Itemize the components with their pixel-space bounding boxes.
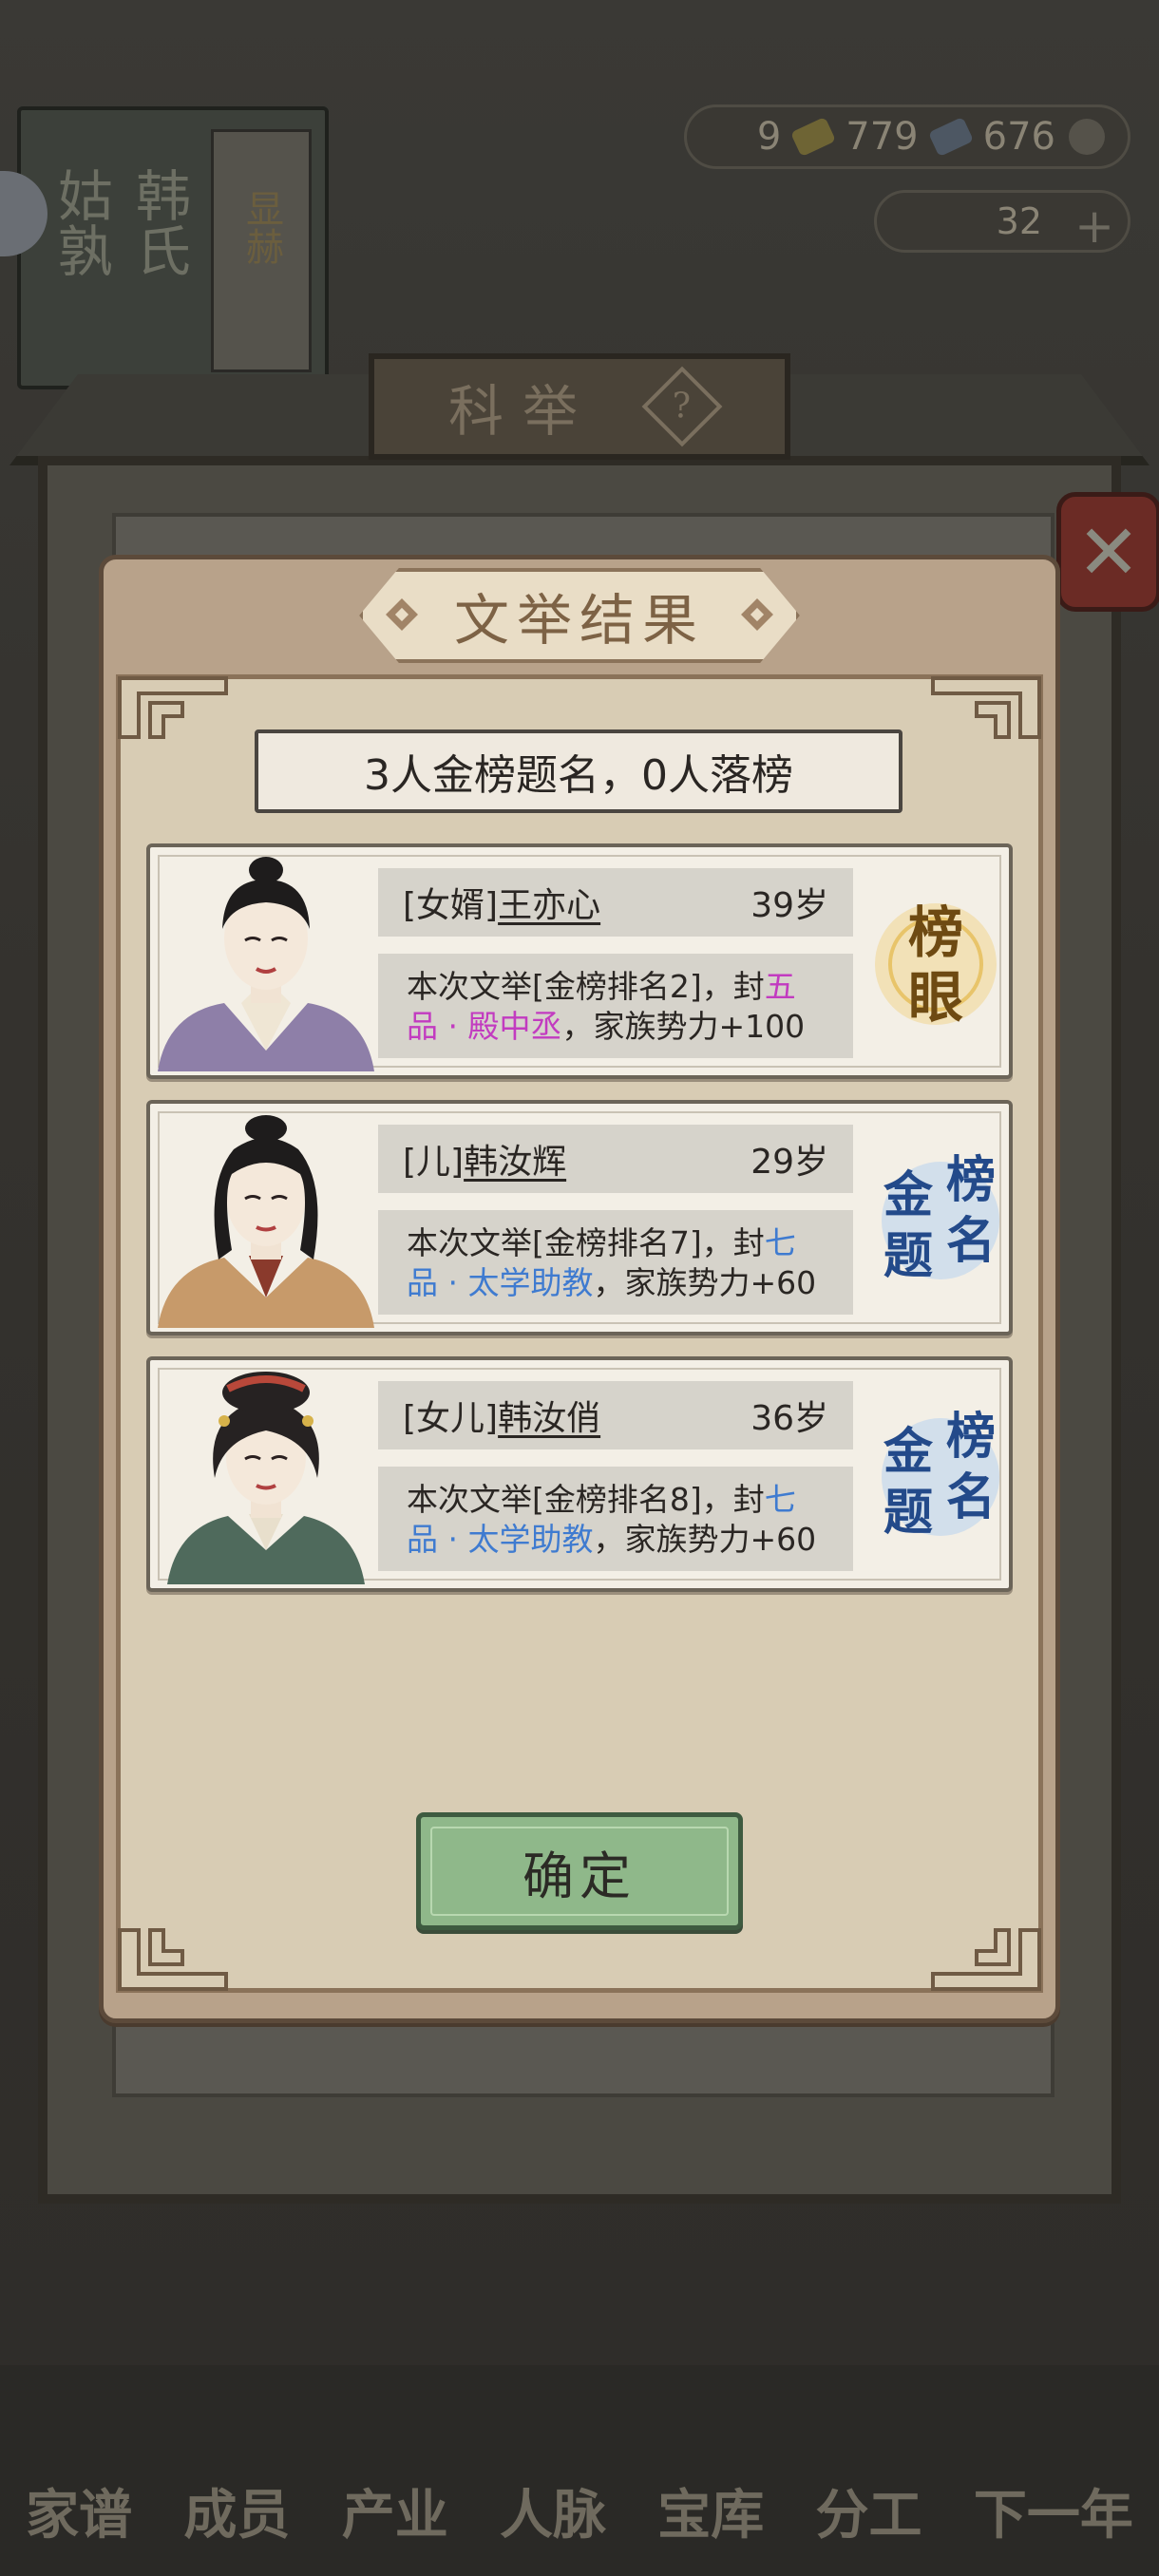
avatar [158,1364,374,1584]
member-relation: [女儿] [403,1399,499,1438]
description-suffix: ，家族势力+60 [593,1264,817,1301]
svg-text:金: 金 [883,1423,934,1481]
bangyan-badge-icon: 榜 眼 [864,874,1007,1054]
nav-item-genealogy[interactable]: 家谱 [26,2472,132,2549]
result-card: [女婿]王亦心 39岁 本次文举[金榜排名2]，封五品 · 殿中丞，家族势力+1… [146,843,1013,1079]
keju-board-title: 科举 ? [369,353,790,460]
result-description: 本次文举[金榜排名2]，封五品 · 殿中丞，家族势力+100 [378,954,853,1058]
book-spine: 显赫 [211,129,312,372]
avatar [158,851,374,1071]
nav-item-next-year[interactable]: 下一年 [974,2472,1133,2549]
silver-amount: 9 [756,115,782,159]
description-suffix: ，家族势力+60 [593,1521,817,1558]
svg-text:榜: 榜 [946,1151,996,1209]
close-icon[interactable]: ✕ [1056,492,1159,612]
book-title-left: 姑孰 [48,167,113,277]
description-prefix: 本次文举[金榜排名2]，封 [407,968,765,1005]
keju-title-text: 科举 [447,379,597,444]
book-spine-label: 显赫 [239,189,283,265]
coin-amount: 676 [982,115,1055,159]
description-suffix: ，家族势力+100 [561,1008,806,1045]
corner-ornament [116,674,230,741]
silver-icon [790,116,837,158]
svg-text:眼: 眼 [908,965,963,1030]
nav-item-members[interactable]: 成员 [183,2472,290,2549]
add-gold-icon[interactable]: + [1074,199,1114,254]
svg-text:题: 题 [884,1484,933,1542]
member-name-link[interactable]: 韩汝辉 [464,1143,566,1182]
nav-item-connections[interactable]: 人脉 [500,2472,606,2549]
member-age: 29岁 [750,1143,828,1182]
copper-coin-icon [1069,119,1105,155]
result-description: 本次文举[金榜排名7]，封七品 · 太学助教，家族势力+60 [378,1210,853,1315]
member-age: 39岁 [750,886,828,925]
member-name-bar: [儿]韩汝辉 29岁 [378,1125,853,1193]
member-age: 36岁 [750,1399,828,1438]
nav-item-property[interactable]: 产业 [342,2472,448,2549]
badge-text-1: 榜 [908,900,963,965]
ticket-amount: 779 [846,115,919,159]
svg-text:题: 题 [884,1227,933,1285]
description-prefix: 本次文举[金榜排名7]，封 [407,1224,765,1261]
svg-text:名: 名 [946,1212,996,1270]
svg-text:金: 金 [883,1166,934,1224]
nav-item-division[interactable]: 分工 [816,2472,922,2549]
ticket-icon [927,116,974,158]
confirm-label: 确定 [522,1846,636,1906]
gold-amount: 32 [996,200,1042,242]
description-prefix: 本次文举[金榜排名8]，封 [407,1481,765,1518]
corner-ornament [116,1926,230,1993]
diamond-deco-icon [376,589,428,640]
diamond-deco-icon [732,589,783,640]
bottom-nav: 家谱 成员 产业 人脉 宝库 分工 下一年 [0,2365,1159,2576]
result-card: [儿]韩汝辉 29岁 本次文举[金榜排名7]，封七品 · 太学助教，家族势力+6… [146,1100,1013,1335]
member-name-bar: [女婿]王亦心 39岁 [378,868,853,937]
nav-item-treasury[interactable]: 宝库 [657,2472,764,2549]
book-title-right: 韩氏 [126,167,191,277]
svg-text:名: 名 [946,1468,996,1526]
help-icon[interactable]: ? [641,366,723,447]
currency-bar: 9 779 676 [684,104,1130,169]
corner-ornament [929,1926,1043,1993]
member-name-link[interactable]: 韩汝俏 [498,1399,600,1438]
family-book: 姑孰 韩氏 显赫 [17,106,329,389]
avatar [158,1108,374,1328]
result-summary: 3人金榜题名，0人落榜 [255,729,902,813]
confirm-button[interactable]: 确定 [416,1812,743,1930]
corner-ornament [929,674,1043,741]
result-card: [女儿]韩汝俏 36岁 本次文举[金榜排名8]，封七品 · 太学助教，家族势力+… [146,1356,1013,1592]
result-description: 本次文举[金榜排名8]，封七品 · 太学助教，家族势力+60 [378,1467,853,1571]
jinbang-badge-icon: 金 榜 题 名 [864,1130,1007,1311]
gold-bar: 32 + [874,190,1130,254]
jinbang-badge-icon: 金 榜 题 名 [864,1387,1007,1567]
member-relation: [女婿] [403,886,499,925]
member-relation: [儿] [403,1143,465,1182]
member-name-link[interactable]: 王亦心 [498,886,600,925]
member-name-bar: [女儿]韩汝俏 36岁 [378,1381,853,1449]
svg-text:榜: 榜 [946,1408,996,1466]
